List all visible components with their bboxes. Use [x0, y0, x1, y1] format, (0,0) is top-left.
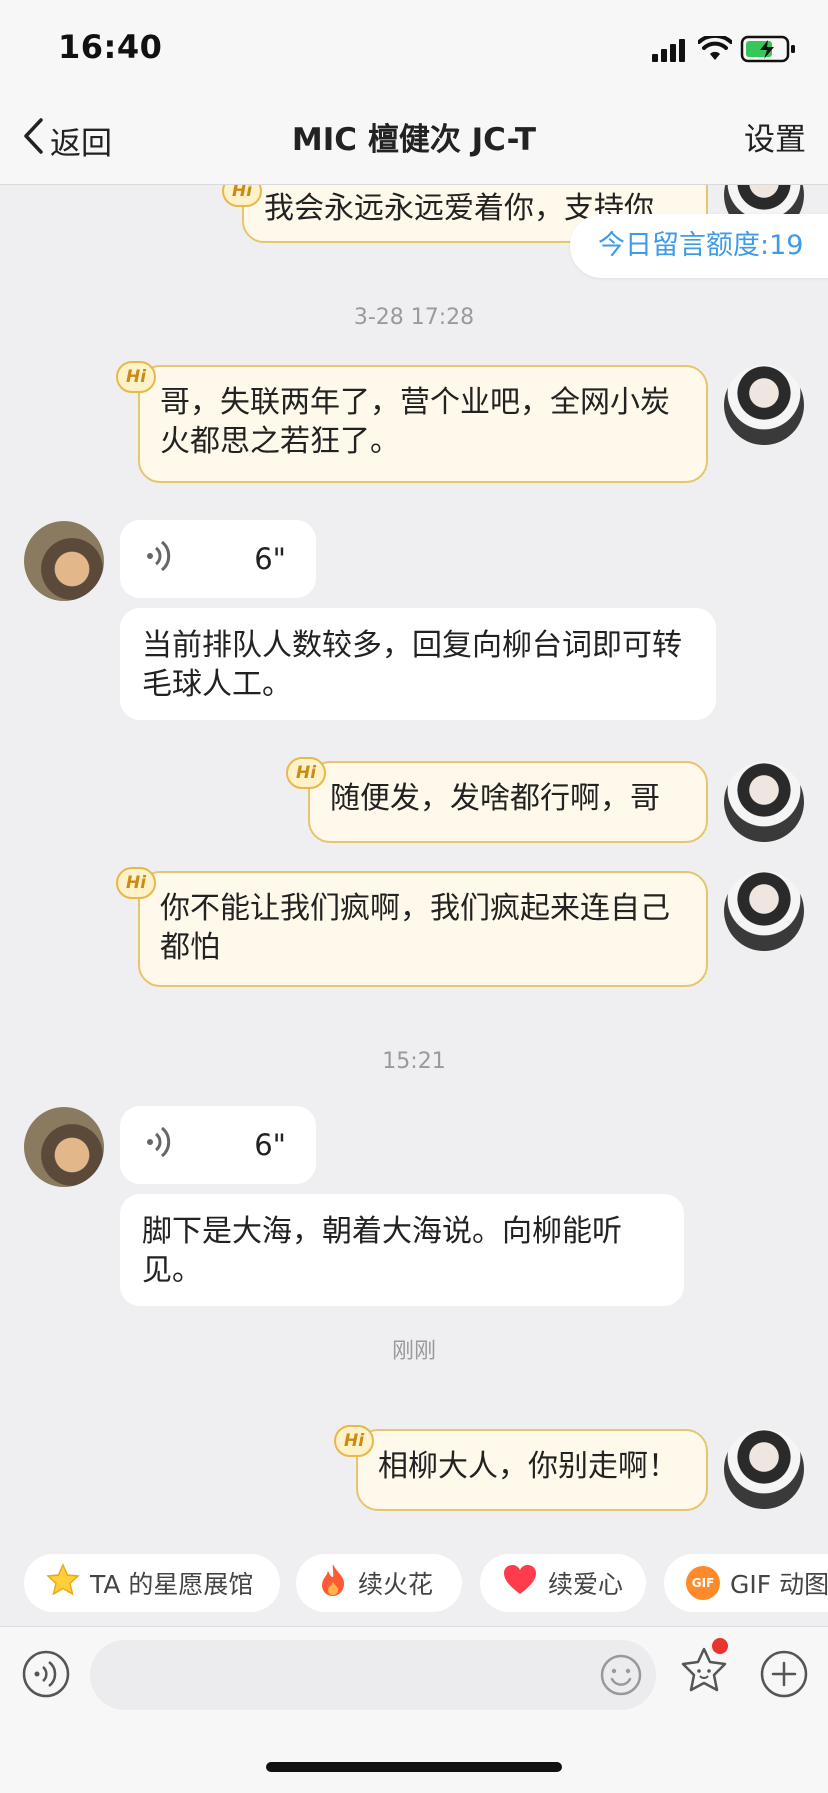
plus-icon — [760, 1650, 808, 1702]
avatar-me[interactable] — [724, 1429, 804, 1509]
voice-message[interactable]: 6" — [120, 520, 316, 598]
gif-icon: GIF — [686, 1566, 720, 1600]
voice-wave-icon — [144, 538, 174, 581]
message-bubble-mine[interactable]: 随便发，发啥都行啊，哥 — [308, 761, 708, 843]
star-icon — [46, 1563, 80, 1603]
message-bubble-mine[interactable]: 相柳大人，你别走啊！ — [356, 1429, 708, 1511]
emoji-button[interactable] — [600, 1654, 642, 1700]
message-input[interactable] — [90, 1640, 656, 1710]
chip-label: 续爱心 — [548, 1570, 624, 1599]
voice-duration: 6" — [254, 542, 286, 576]
voice-input-button[interactable] — [22, 1650, 70, 1702]
timestamp: 3-28 17:28 — [353, 305, 475, 330]
chip-label: 续火花 — [358, 1570, 434, 1599]
hi-badge: Hi — [286, 757, 326, 789]
status-time: 16:40 — [58, 28, 163, 66]
signal-icon — [652, 38, 690, 62]
chip-label: GIF 动图 — [730, 1570, 828, 1599]
chip-fire[interactable]: 续火花 — [296, 1554, 462, 1612]
message-bubble-other[interactable]: 脚下是大海，朝着大海说。向柳能听见。 — [120, 1194, 684, 1306]
chip-heart[interactable]: 续爱心 — [480, 1554, 646, 1612]
back-label: 返回 — [50, 125, 112, 162]
message-bubble-other[interactable]: 当前排队人数较多，回复向柳台词即可转毛球人工。 — [120, 608, 716, 720]
battery-charging-icon — [740, 34, 798, 64]
chip-label: TA 的星愿展馆 — [90, 1570, 254, 1599]
avatar-me[interactable] — [724, 762, 804, 842]
hi-badge: Hi — [116, 867, 156, 899]
fire-icon — [318, 1562, 348, 1604]
timestamp: 刚刚 — [391, 1339, 436, 1364]
voice-message[interactable]: 6" — [120, 1106, 316, 1184]
timestamp: 15:21 — [382, 1049, 446, 1074]
avatar-me[interactable] — [724, 365, 804, 445]
back-button[interactable]: 返回 — [22, 118, 112, 162]
message-text: 脚下是大海，朝着大海说。向柳能听见。 — [142, 1214, 622, 1288]
chevron-left-icon — [22, 117, 44, 163]
voice-wave-icon — [144, 1124, 174, 1167]
heart-icon — [502, 1564, 538, 1602]
wifi-icon — [697, 33, 733, 62]
emoji-icon — [600, 1654, 642, 1700]
nav-bar — [0, 100, 828, 185]
home-indicator — [266, 1762, 562, 1772]
settings-button[interactable]: 设置 — [744, 118, 806, 162]
message-bubble-mine[interactable]: 哥，失联两年了，营个业吧，全网小炭火都思之若狂了。 — [138, 365, 708, 483]
avatar-other[interactable] — [24, 521, 104, 601]
message-text: 哥，失联两年了，营个业吧，全网小炭火都思之若狂了。 — [160, 385, 670, 459]
voice-duration: 6" — [254, 1128, 286, 1162]
avatar-me[interactable] — [724, 871, 804, 951]
star-wish-button[interactable] — [676, 1646, 732, 1702]
message-bubble-mine[interactable]: 你不能让我们疯啊，我们疯起来连自己都怕 — [138, 871, 708, 987]
chip-gif[interactable]: GIF GIF 动图 — [664, 1554, 828, 1612]
chat-area[interactable]: 我会永远永远爱着你，支持你 Hi 3-28 17:28 哥，失联两年了，营个业吧… — [0, 185, 828, 1630]
avatar-other[interactable] — [24, 1107, 104, 1187]
hi-badge: Hi — [334, 1425, 374, 1457]
add-button[interactable] — [760, 1650, 808, 1702]
message-text: 你不能让我们疯啊，我们疯起来连自己都怕 — [160, 891, 670, 965]
notification-dot — [712, 1638, 728, 1654]
message-text: 相柳大人，你别走啊！ — [378, 1449, 678, 1484]
quick-actions: TA 的星愿展馆 续火花 续爱心 GIF GIF 动图 — [0, 1554, 828, 1614]
voice-input-icon — [22, 1650, 70, 1702]
hi-badge: Hi — [116, 361, 156, 393]
chip-star-gallery[interactable]: TA 的星愿展馆 — [24, 1554, 280, 1612]
message-quota-badge: 今日留言额度:19 — [570, 214, 828, 278]
message-text: 当前排队人数较多，回复向柳台词即可转毛球人工。 — [142, 628, 682, 702]
message-text: 随便发，发啥都行啊，哥 — [330, 781, 660, 816]
